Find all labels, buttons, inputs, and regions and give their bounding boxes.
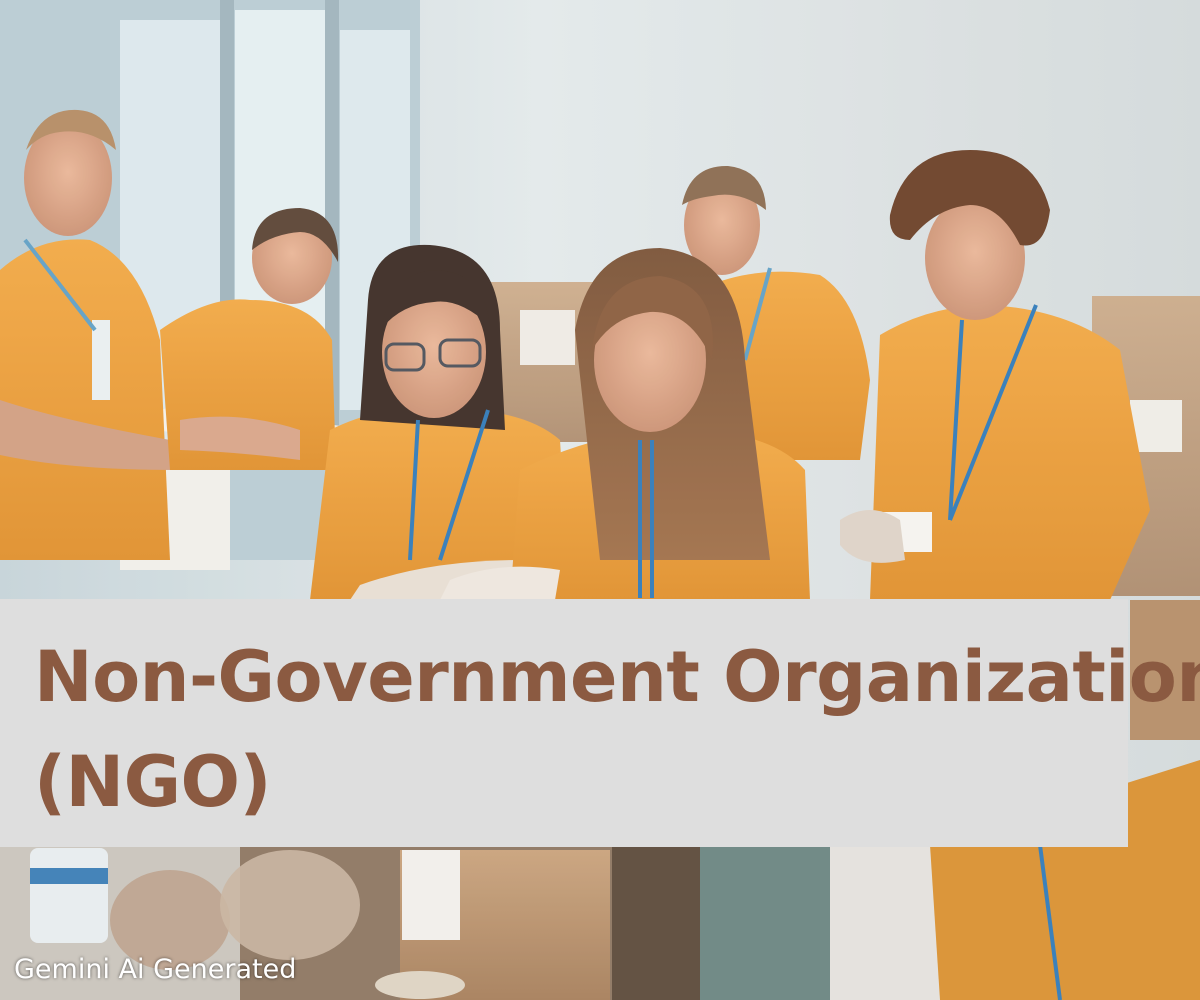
ai-generated-caption: Gemini Ai Generated	[14, 954, 297, 985]
title-banner: Non-Government Organization (NGO)	[0, 599, 1200, 847]
title-line-1: Non-Government Organization	[34, 636, 1200, 718]
volunteers-photo	[0, 0, 1200, 1000]
title-line-2: (NGO)	[34, 741, 272, 823]
